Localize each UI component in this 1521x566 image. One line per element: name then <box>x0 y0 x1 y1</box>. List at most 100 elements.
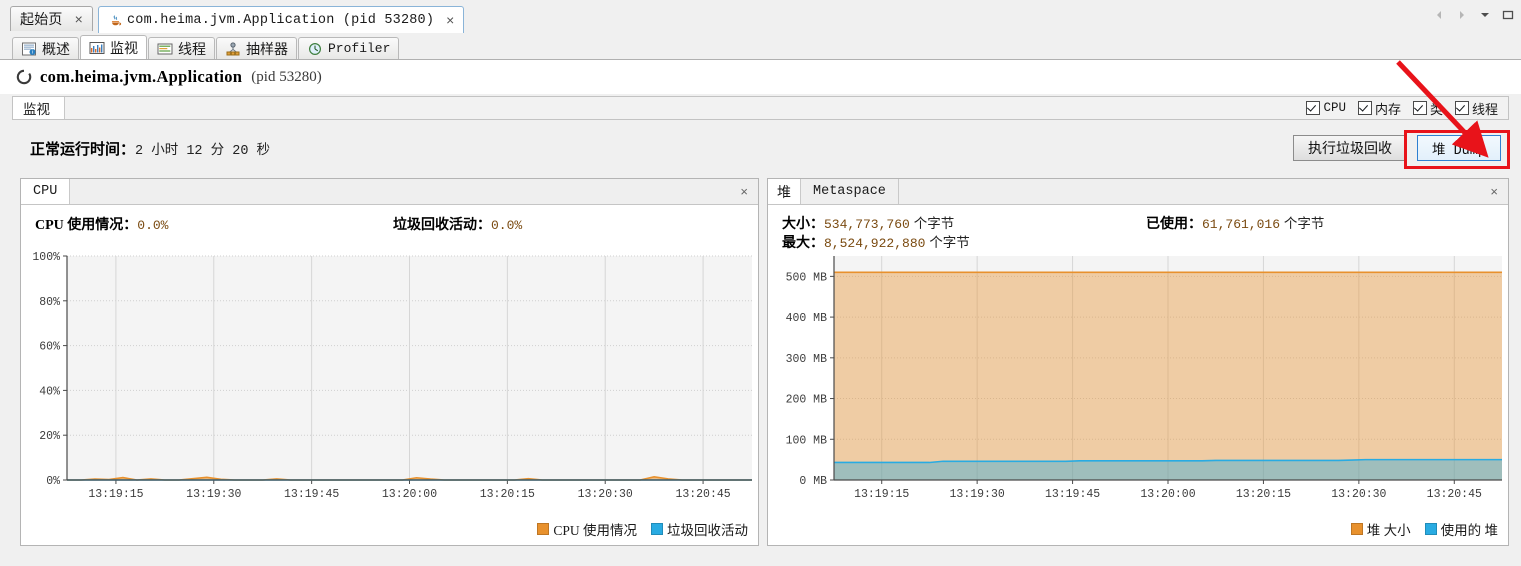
heap-chart-plot[interactable]: 0 MB 100 MB 200 MB 300 MB 400 MB 500 MB 13:19:… <box>768 248 1508 510</box>
legend-item-heap-used: 使用的 堆 <box>1425 519 1498 539</box>
svg-text:13:20:00: 13:20:00 <box>1140 488 1195 501</box>
legend-swatch <box>1351 523 1363 535</box>
svg-text:13:20:00: 13:20:00 <box>382 488 437 501</box>
legend-label: 使用的 堆 <box>1441 519 1498 539</box>
document-tab-start-page[interactable]: 起始页 × <box>10 6 93 31</box>
tab-list-dropdown-icon[interactable] <box>1478 8 1492 22</box>
legend-swatch <box>651 523 663 535</box>
svg-text:13:20:45: 13:20:45 <box>675 488 730 501</box>
checkbox-classes[interactable]: 类 <box>1413 99 1443 118</box>
close-icon[interactable]: × <box>73 12 85 26</box>
monitor-toolbar: 监视 CPU 内存 类 线程 <box>12 96 1509 120</box>
nav-forward-icon[interactable] <box>1455 8 1469 22</box>
svg-text:0%: 0% <box>46 475 60 488</box>
heap-used-unit: 个字节 <box>1284 216 1325 231</box>
checkbox-label: 线程 <box>1472 99 1498 118</box>
application-pid: (pid 53280) <box>251 69 321 86</box>
svg-text:0 MB: 0 MB <box>799 475 827 488</box>
sub-tab-monitor[interactable]: 监视 <box>80 35 147 59</box>
sub-tab-label: 抽样器 <box>246 39 288 59</box>
checkmark-icon <box>1413 101 1427 115</box>
svg-text:100 MB: 100 MB <box>786 434 828 447</box>
heap-panel-tab-metaspace[interactable]: Metaspace <box>801 179 899 204</box>
close-icon[interactable]: × <box>444 13 456 27</box>
svg-text:400 MB: 400 MB <box>786 312 828 325</box>
document-tab-label: com.heima.jvm.Application (pid 53280) <box>127 13 434 28</box>
sub-tab-bar: i 概述 监视 <box>0 33 1521 60</box>
svg-text:20%: 20% <box>39 430 60 443</box>
cpu-panel: CPU × CPU 使用情况： 0.0% 垃圾回收活动：0.0% 0% 20% 40%… <box>20 178 759 546</box>
svg-text:13:20:45: 13:20:45 <box>1427 488 1482 501</box>
checkmark-icon <box>1306 101 1320 115</box>
svg-text:40%: 40% <box>39 385 60 398</box>
visualvm-window: 起始页 × com.heima.jvm.Application (pid 532… <box>0 0 1521 566</box>
checkbox-label: CPU <box>1323 101 1346 115</box>
svg-text:13:19:30: 13:19:30 <box>950 488 1005 501</box>
heap-panel-close-icon[interactable]: × <box>1480 179 1508 204</box>
svg-text:200 MB: 200 MB <box>786 394 828 407</box>
sub-tab-threads[interactable]: 线程 <box>148 37 215 59</box>
monitor-tab[interactable]: 监视 <box>13 97 65 119</box>
cpu-panel-close-icon[interactable]: × <box>730 179 758 204</box>
document-tab-bar: 起始页 × com.heima.jvm.Application (pid 532… <box>0 0 1521 34</box>
uptime-action-row: 正常运行时间：2 小时 12 分 20 秒 执行垃圾回收 堆 Dump <box>12 128 1509 168</box>
checkmark-icon <box>1358 101 1372 115</box>
legend-swatch <box>1425 523 1437 535</box>
heap-size-unit: 个字节 <box>914 216 955 231</box>
svg-text:13:20:15: 13:20:15 <box>480 488 535 501</box>
heap-stats: 大小：534,773,760 个字节 最大：8,524,922,880 个字节 … <box>768 205 1508 249</box>
legend-item-heap-size: 堆 大小 <box>1351 519 1411 539</box>
monitor-chart-icon <box>89 41 105 55</box>
loading-spinner-icon <box>16 69 32 85</box>
cpu-chart-plot[interactable]: 0%20%40%60%80%100%13:19:1513:19:3013:19:… <box>21 248 758 510</box>
cpu-chart-legend: CPU 使用情况 垃圾回收活动 <box>537 519 748 539</box>
maximize-icon[interactable] <box>1501 8 1515 22</box>
svg-text:13:19:30: 13:19:30 <box>186 488 241 501</box>
heap-panel-tab-heap[interactable]: 堆 <box>768 179 801 204</box>
legend-swatch <box>537 523 549 535</box>
sub-tab-label: Profiler <box>328 41 390 56</box>
document-tab-label: 起始页 <box>20 9 63 29</box>
svg-text:i: i <box>32 49 33 55</box>
cpu-chart-svg: 0%20%40%60%80%100%13:19:1513:19:3013:19:… <box>21 248 758 510</box>
svg-text:100%: 100% <box>32 251 60 264</box>
svg-text:13:19:45: 13:19:45 <box>284 488 339 501</box>
cpu-usage-label: CPU 使用情况： <box>35 218 137 233</box>
heap-dump-label: 堆 Dump <box>1432 138 1486 159</box>
heap-used-stat: 已使用：61,761,016 个字节 <box>1146 212 1324 233</box>
svg-text:300 MB: 300 MB <box>786 353 828 366</box>
uptime-value: 2 小时 12 分 20 秒 <box>135 144 270 159</box>
sub-tab-overview[interactable]: i 概述 <box>12 37 79 59</box>
heap-size-value: 534,773,760 <box>824 217 910 232</box>
sub-tab-label: 概述 <box>42 39 70 59</box>
document-tab-application[interactable]: com.heima.jvm.Application (pid 53280) × <box>98 6 464 33</box>
svg-text:13:20:30: 13:20:30 <box>1331 488 1386 501</box>
cpu-panel-tabstrip: CPU × <box>21 179 758 205</box>
svg-text:500 MB: 500 MB <box>786 271 828 284</box>
svg-text:13:19:15: 13:19:15 <box>854 488 909 501</box>
checkbox-label: 内存 <box>1375 99 1401 118</box>
sub-tab-sampler[interactable]: 抽样器 <box>216 37 297 59</box>
cpu-panel-tab[interactable]: CPU <box>21 179 70 204</box>
checkbox-cpu[interactable]: CPU <box>1306 101 1346 115</box>
threads-icon <box>157 42 173 56</box>
svg-text:13:19:45: 13:19:45 <box>1045 488 1100 501</box>
svg-text:13:19:15: 13:19:15 <box>88 488 143 501</box>
heap-panel: 堆 Metaspace × 大小：534,773,760 个字节 最大：8,52… <box>767 178 1509 546</box>
sub-tab-profiler[interactable]: Profiler <box>298 37 399 59</box>
legend-item-gc-activity: 垃圾回收活动 <box>651 519 748 539</box>
perform-gc-button[interactable]: 执行垃圾回收 <box>1293 135 1407 161</box>
heap-dump-button[interactable]: 堆 Dump <box>1417 135 1501 161</box>
gc-activity-stat: 垃圾回收活动：0.0% <box>393 214 522 234</box>
action-buttons: 执行垃圾回收 堆 Dump <box>1293 135 1509 161</box>
uptime-label: 正常运行时间： <box>30 142 135 158</box>
profiler-clock-icon <box>307 42 323 56</box>
gc-activity-value: 0.0% <box>491 218 522 233</box>
checkbox-threads[interactable]: 线程 <box>1455 99 1498 118</box>
perform-gc-label: 执行垃圾回收 <box>1308 138 1392 158</box>
uptime-display: 正常运行时间：2 小时 12 分 20 秒 <box>30 138 270 159</box>
legend-label: CPU 使用情况 <box>553 519 637 539</box>
checkbox-memory[interactable]: 内存 <box>1358 99 1401 118</box>
nav-back-icon[interactable] <box>1432 8 1446 22</box>
overview-icon: i <box>21 42 37 56</box>
